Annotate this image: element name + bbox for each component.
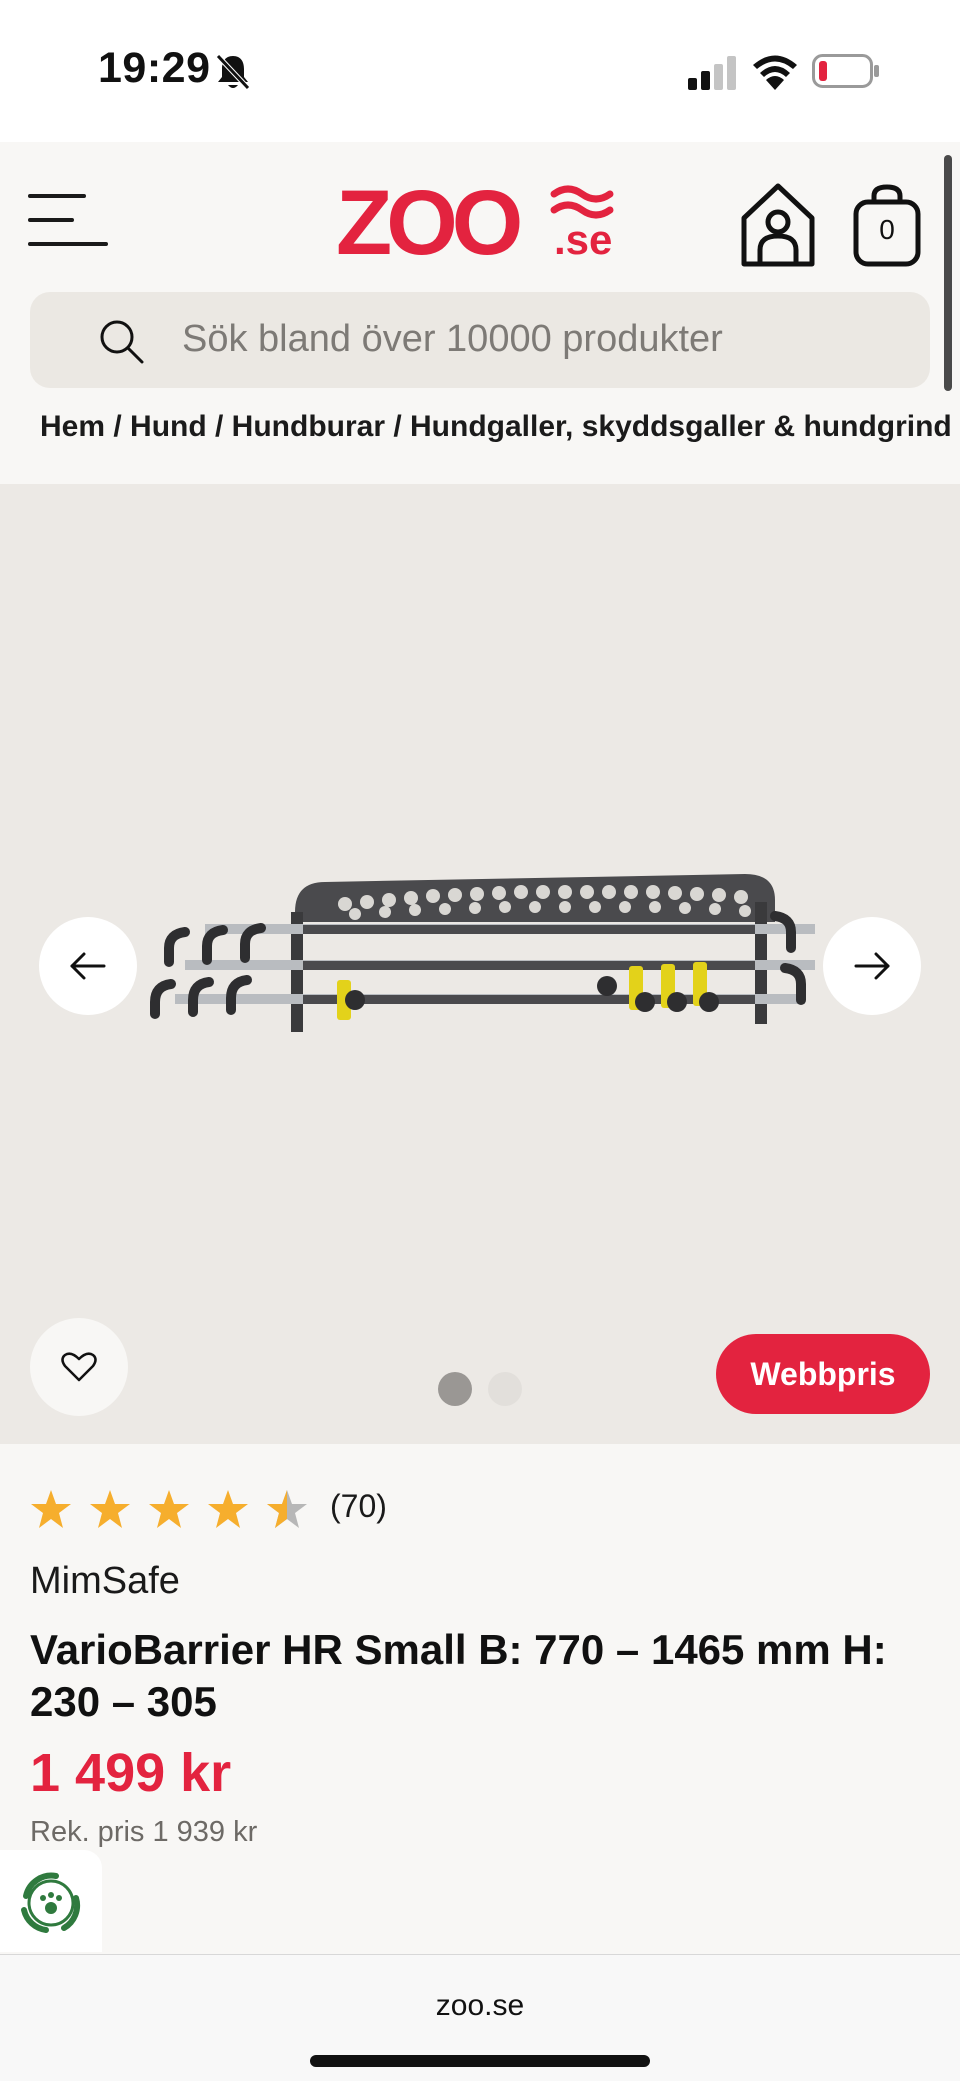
webbpris-badge: Webbpris (716, 1334, 930, 1414)
url-field[interactable]: zoo.se (0, 1989, 960, 2023)
breadcrumb-links[interactable]: Hem / Hund / Hundburar / Hundgaller, sky… (40, 410, 952, 444)
site-header: ZOO .se 0 Sök bland över 10000 produkter (0, 142, 960, 418)
browser-bottom-bar: zoo.se (0, 1954, 960, 2081)
cellular-signal-icon (688, 56, 736, 90)
bell-off-icon (216, 54, 250, 90)
star-half-icon (267, 1490, 307, 1528)
review-count[interactable]: (70) (330, 1488, 387, 1525)
status-time: 19:29 (98, 44, 211, 92)
scrollbar[interactable] (944, 155, 952, 391)
gallery-dot-1[interactable] (438, 1372, 472, 1406)
star-icon (149, 1490, 189, 1528)
arrow-left-icon (70, 952, 106, 980)
recycle-paw-icon (21, 1872, 81, 1933)
zoo-logo[interactable]: ZOO .se (332, 172, 632, 272)
search-icon (100, 320, 144, 364)
breadcrumb: Hem / Hund / Hundburar / Hundgaller, sky… (0, 410, 960, 484)
wifi-icon (753, 55, 797, 90)
product-title: VarioBarrier HR Small B: 770 – 1465 mm H… (30, 1626, 887, 1725)
menu-button[interactable] (28, 194, 108, 250)
svg-text:.se: .se (554, 216, 612, 263)
svg-text:ZOO: ZOO (336, 172, 520, 272)
previous-image-button[interactable] (39, 917, 137, 1015)
battery-low-icon (812, 54, 879, 88)
product-price: 1 499 kr (30, 1743, 232, 1803)
recommended-price: Rek. pris 1 939 kr (30, 1816, 258, 1848)
cart-button[interactable]: 0 (852, 184, 922, 268)
gallery-dot-2[interactable] (488, 1372, 522, 1406)
search-input[interactable]: Sök bland över 10000 produkter (30, 292, 930, 388)
eco-badge[interactable] (0, 1850, 102, 1952)
arrow-right-icon (854, 952, 890, 980)
home-indicator[interactable] (310, 2055, 650, 2067)
next-image-button[interactable] (823, 917, 921, 1015)
favorite-button[interactable] (30, 1318, 128, 1416)
product-info: (70) MimSafe VarioBarrier HR Small B: 77… (0, 1444, 960, 1954)
star-rating[interactable] (30, 1484, 320, 1534)
product-gallery: Webbpris (0, 484, 960, 1444)
cart-count: 0 (879, 214, 895, 245)
product-brand[interactable]: MimSafe (30, 1560, 180, 1603)
star-icon (208, 1490, 248, 1528)
star-icon (90, 1490, 130, 1528)
account-home-icon[interactable] (738, 182, 818, 268)
status-bar: 19:29 (0, 0, 960, 140)
star-icon (31, 1490, 71, 1528)
heart-icon (61, 1352, 97, 1382)
search-placeholder: Sök bland över 10000 produkter (182, 318, 723, 360)
product-image (150, 874, 815, 1032)
